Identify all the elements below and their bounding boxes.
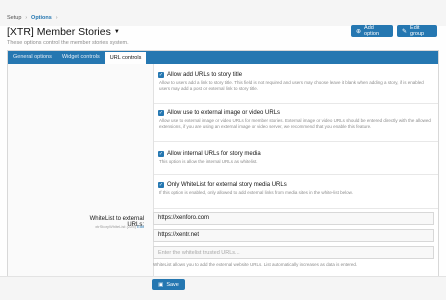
edit-group-button[interactable]: ✎ Edit group [397,25,437,37]
save-button[interactable]: ▣ Save [152,279,185,290]
option-label: Allow internal URLs for story media [167,151,261,157]
divider [154,141,438,142]
option-label: Allow add URLs to story title [167,72,243,78]
tab-bar: General options Widget controls URL cont… [8,51,438,64]
option-allow-title-urls: ✓ Allow add URLs to story title Allow to… [158,72,433,92]
option-description: If this option is enabled, only allowed … [159,190,353,195]
whitelist-url-field[interactable]: https://xenforo.com [153,212,434,225]
breadcrumb-item-options[interactable]: Options [31,15,52,21]
checkbox-whitelist-only[interactable]: ✓ [158,182,164,188]
whitelist-option-id: xtrStoryWhiteList (225) [95,224,136,229]
save-icon: ▣ [158,281,164,288]
option-whitelist-only: ✓ Only WhiteList for external story medi… [158,182,433,196]
chevron-right-icon: › [55,15,58,21]
divider [154,208,438,209]
breadcrumb: Setup › Options › [7,15,58,21]
option-label: Only WhiteList for external story media … [167,182,287,188]
option-internal-urls: ✓ Allow internal URLs for story media Th… [158,151,433,165]
label-column [8,64,154,277]
whitelist-edit-link[interactable]: Edit [137,224,144,229]
tab-widget-controls[interactable]: Widget controls [57,51,105,64]
divider [154,103,438,104]
page-description: These options control the member stories… [7,40,129,46]
checkbox-allow-title-urls[interactable]: ✓ [158,72,164,78]
checkbox-external-media-urls[interactable]: ✓ [158,110,164,116]
save-label: Save [166,281,179,288]
whitelist-new-url-input[interactable] [158,247,433,258]
tab-url-controls[interactable]: URL controls [104,51,147,64]
whitelist-sublabel: xtrStoryWhiteList (225) Edit [60,224,144,229]
page-title: [XTR] Member Stories ▼ [7,26,120,38]
pencil-icon: ✎ [402,28,408,35]
option-description: This option is allow the internal URLs a… [159,159,258,164]
page-title-text: [XTR] Member Stories [7,26,111,38]
option-label: Allow use to external image or video URL… [167,110,281,116]
chevron-right-icon: › [25,15,28,21]
option-external-media-urls: ✓ Allow use to external image or video U… [158,110,433,130]
whitelist-url-field[interactable]: https://xentr.net [153,229,434,242]
form-footer [0,276,446,300]
add-option-label: Add option [364,25,380,37]
checkbox-internal-urls[interactable]: ✓ [158,151,164,157]
add-option-button[interactable]: ⊕ Add option [351,25,393,37]
breadcrumb-item-setup[interactable]: Setup [7,15,21,21]
divider [154,174,438,175]
tab-general-options[interactable]: General options [8,51,57,64]
plus-icon: ⊕ [356,28,362,35]
whitelist-new-url-field[interactable] [153,246,434,259]
edit-group-label: Edit group [410,25,425,37]
option-description: Allow to users add a link to story title… [159,80,424,91]
option-description: Allow use to external image or video URL… [159,118,431,129]
whitelist-help: WhiteList allows you to add the external… [153,262,358,267]
top-bar [0,0,446,26]
caret-down-icon[interactable]: ▼ [114,29,120,35]
